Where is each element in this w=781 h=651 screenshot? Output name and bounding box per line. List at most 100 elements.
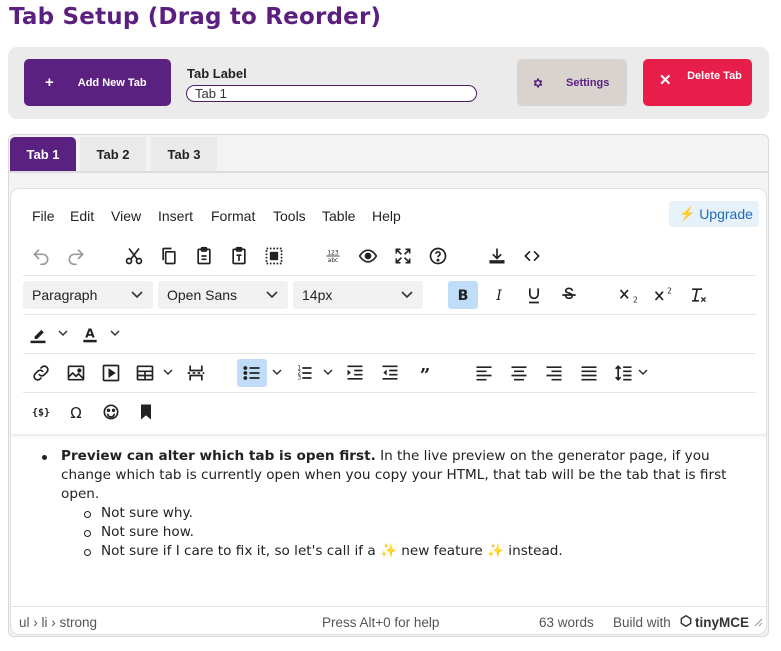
- toolbar-row-4: 123 ”: [23, 353, 756, 392]
- menu-tools[interactable]: Tools: [273, 208, 306, 224]
- tinymce-logo-icon[interactable]: [679, 614, 693, 631]
- svg-text:2: 2: [667, 286, 672, 295]
- svg-text:{$}: {$}: [32, 407, 50, 418]
- delete-tab-label: Delete Tab: [687, 70, 742, 82]
- build-with-label: Build with: [613, 615, 671, 630]
- shortcut-hint: Press Alt+0 for help: [322, 615, 440, 630]
- tab-label-input[interactable]: [186, 85, 477, 102]
- chevron-down-icon[interactable]: [162, 359, 174, 387]
- line-height-icon[interactable]: [609, 359, 639, 387]
- settings-button[interactable]: Settings: [517, 59, 627, 106]
- media-icon[interactable]: [96, 359, 126, 387]
- cut-icon[interactable]: [119, 242, 149, 270]
- chevron-down-icon[interactable]: [57, 320, 69, 348]
- chevron-down-icon: [266, 291, 278, 299]
- menu-insert[interactable]: Insert: [158, 208, 193, 224]
- chevron-down-icon[interactable]: [271, 359, 283, 387]
- align-justify-icon[interactable]: [574, 359, 604, 387]
- redo-icon[interactable]: [61, 242, 91, 270]
- clear-formatting-icon[interactable]: [683, 281, 713, 309]
- svg-text:123: 123: [327, 250, 338, 256]
- bookmark-icon[interactable]: [131, 398, 161, 426]
- undo-icon[interactable]: [26, 242, 56, 270]
- blockquote-icon[interactable]: ”: [410, 359, 440, 387]
- menu-table[interactable]: Table: [322, 208, 355, 224]
- font-size-select[interactable]: 14px: [293, 281, 423, 309]
- word-count-icon[interactable]: 123 abc: [318, 242, 348, 270]
- menu-view[interactable]: View: [111, 208, 141, 224]
- svg-text:Ω: Ω: [70, 404, 81, 422]
- align-right-icon[interactable]: [539, 359, 569, 387]
- tab-bar: Tab 1 Tab 2 Tab 3: [9, 135, 768, 173]
- align-center-icon[interactable]: [504, 359, 534, 387]
- emoji-icon[interactable]: [96, 398, 126, 426]
- chevron-down-icon[interactable]: [322, 359, 334, 387]
- sub-list-item: Not sure if I care to fix it, so let's c…: [84, 542, 761, 561]
- strikethrough-icon[interactable]: [554, 281, 584, 309]
- paste-text-icon[interactable]: [224, 242, 254, 270]
- toolbar-row-2: Paragraph Open Sans 14px B I 2 2: [23, 275, 756, 314]
- select-all-icon[interactable]: [259, 242, 289, 270]
- copy-icon[interactable]: [154, 242, 184, 270]
- toolbar-row-5: {$} Ω: [23, 392, 756, 432]
- add-new-tab-label: Add New Tab: [77, 76, 147, 89]
- help-icon[interactable]: [423, 242, 453, 270]
- table-icon[interactable]: [130, 359, 160, 387]
- tab-2[interactable]: Tab 2: [80, 137, 146, 171]
- bullet-list-icon[interactable]: [237, 359, 267, 387]
- upgrade-label: Upgrade: [699, 206, 753, 222]
- menu-help[interactable]: Help: [372, 208, 401, 224]
- tab-controls-panel: + Add New Tab Tab Label Settings ✕ Delet…: [8, 47, 769, 119]
- chevron-down-icon[interactable]: [109, 320, 121, 348]
- fullscreen-icon[interactable]: [388, 242, 418, 270]
- delete-tab-button[interactable]: ✕ Delete Tab: [643, 59, 752, 106]
- link-icon[interactable]: [26, 359, 56, 387]
- numbered-list-icon[interactable]: 123: [289, 359, 319, 387]
- rich-text-editor: File Edit View Insert Format Tools Table…: [10, 188, 767, 635]
- page-break-icon[interactable]: [181, 359, 211, 387]
- font-family-select[interactable]: Open Sans: [158, 281, 288, 309]
- svg-text:abc: abc: [328, 258, 338, 264]
- paste-icon[interactable]: [189, 242, 219, 270]
- highlight-color-icon[interactable]: [23, 320, 53, 348]
- svg-text:B: B: [458, 288, 469, 304]
- superscript-icon[interactable]: 2: [648, 281, 678, 309]
- editor-content-area[interactable]: Preview can alter which tab is open firs…: [11, 434, 766, 606]
- source-code-icon[interactable]: [517, 242, 547, 270]
- indent-icon[interactable]: [340, 359, 370, 387]
- resize-handle-icon[interactable]: [753, 615, 763, 632]
- close-icon: ✕: [659, 72, 672, 89]
- chevron-down-icon: [131, 291, 143, 299]
- menu-file[interactable]: File: [32, 208, 55, 224]
- special-character-omega-icon[interactable]: Ω: [61, 398, 91, 426]
- chevron-down-icon[interactable]: [637, 359, 649, 387]
- outdent-icon[interactable]: [375, 359, 405, 387]
- upgrade-button[interactable]: ⚡ Upgrade: [669, 201, 759, 227]
- italic-icon[interactable]: I: [484, 281, 514, 309]
- gear-icon: [532, 77, 544, 89]
- word-count[interactable]: 63 words: [539, 615, 594, 630]
- block-format-select[interactable]: Paragraph: [23, 281, 153, 309]
- template-variable-icon[interactable]: {$}: [26, 398, 56, 426]
- toolbar-row-3: A: [23, 314, 756, 353]
- sub-list-item: Not sure why.: [84, 504, 761, 523]
- download-icon[interactable]: [482, 242, 512, 270]
- plus-icon: +: [45, 74, 54, 91]
- menu-format[interactable]: Format: [211, 208, 255, 224]
- tab-1[interactable]: Tab 1: [10, 137, 76, 171]
- text-color-icon[interactable]: A: [75, 320, 105, 348]
- underline-icon[interactable]: [519, 281, 549, 309]
- subscript-icon[interactable]: 2: [613, 281, 643, 309]
- add-new-tab-button[interactable]: + Add New Tab: [24, 59, 171, 106]
- image-icon[interactable]: [61, 359, 91, 387]
- align-left-icon[interactable]: [469, 359, 499, 387]
- menu-edit[interactable]: Edit: [70, 208, 94, 224]
- tab-3[interactable]: Tab 3: [151, 137, 217, 171]
- bold-icon[interactable]: B: [448, 281, 478, 309]
- font-size-value: 14px: [302, 287, 333, 303]
- tinymce-brand[interactable]: tinyMCE: [695, 615, 749, 630]
- svg-text:2: 2: [633, 296, 638, 305]
- element-path[interactable]: ul › li › strong: [19, 615, 97, 630]
- svg-text:3: 3: [297, 376, 301, 382]
- preview-eye-icon[interactable]: [353, 242, 383, 270]
